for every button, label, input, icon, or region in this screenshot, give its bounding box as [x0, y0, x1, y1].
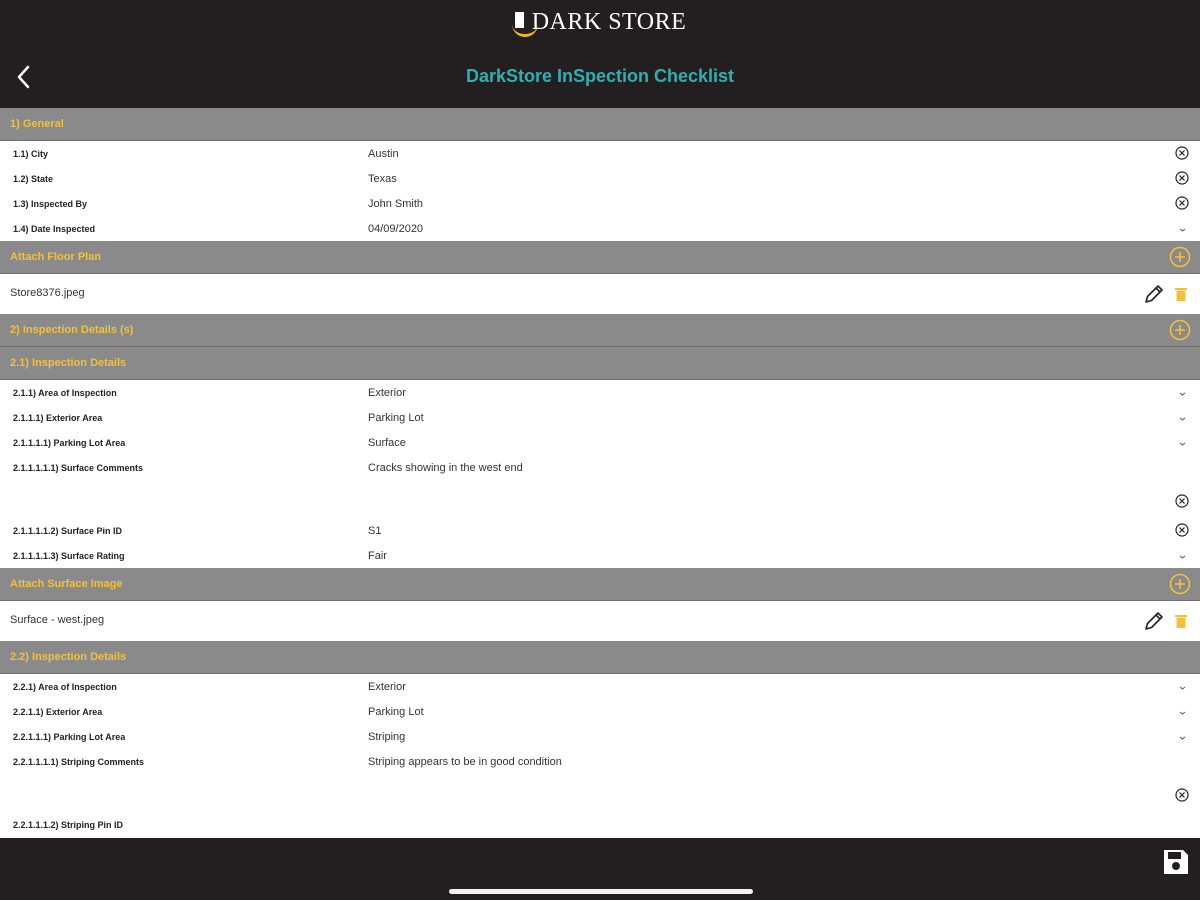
- field-row[interactable]: 2.2.1) Area of Inspection Exterior: [0, 674, 1200, 699]
- trash-icon[interactable]: [1175, 614, 1187, 628]
- clear-circle-icon[interactable]: [1175, 494, 1189, 508]
- field-row[interactable]: 2.1.1) Area of Inspection Exterior: [0, 380, 1200, 405]
- field-label: 2.2.1.1.1.1) Striping Comments: [13, 757, 145, 767]
- attachment-row-floor-plan: Store8376.jpeg: [0, 274, 1200, 314]
- chevron-down-icon[interactable]: [1178, 441, 1187, 447]
- section-title: Attach Surface Image: [10, 578, 123, 590]
- field-label: 1.2) State: [13, 174, 54, 184]
- section-inspection-details-2: 2.2) Inspection Details: [0, 641, 1200, 674]
- clear-circle-icon[interactable]: [1175, 523, 1189, 537]
- section-inspection-details: 2) Inspection Details (s): [0, 314, 1200, 347]
- field-value[interactable]: Surface: [368, 437, 406, 449]
- field-label: 2.2.1.1) Exterior Area: [13, 707, 103, 717]
- field-value[interactable]: Striping: [368, 731, 405, 743]
- chevron-down-icon[interactable]: [1178, 227, 1187, 233]
- field-label: 1.1) City: [13, 149, 49, 159]
- clear-circle-icon[interactable]: [1175, 146, 1189, 160]
- attachment-row-surface-image: Surface - west.jpeg: [0, 601, 1200, 641]
- section-title: 2.2) Inspection Details: [10, 651, 127, 663]
- field-label: 2.1.1.1) Exterior Area: [13, 413, 103, 423]
- field-label: 2.2.1.1.1.2) Striping Pin ID: [13, 820, 124, 830]
- field-value[interactable]: Striping appears to be in good condition: [368, 756, 562, 768]
- field-label: 2.1.1.1.1.2) Surface Pin ID: [13, 526, 123, 536]
- section-title: 2) Inspection Details (s): [10, 324, 134, 336]
- chevron-down-icon[interactable]: [1178, 685, 1187, 691]
- field-row[interactable]: 2.2.1.1.1.1) Striping Comments Striping a…: [0, 749, 1200, 812]
- page-title: DarkStore InSpection Checklist: [465, 66, 735, 86]
- attachment-filename[interactable]: Store8376.jpeg: [10, 287, 85, 299]
- field-value[interactable]: 04/09/2020: [368, 223, 423, 235]
- field-label: 2.1.1.1.1.3) Surface Rating: [13, 551, 125, 561]
- chevron-down-icon[interactable]: [1178, 391, 1187, 397]
- logo-icon: [511, 12, 538, 37]
- clear-circle-icon[interactable]: [1175, 196, 1189, 210]
- field-label: 2.2.1.1.1) Parking Lot Area: [13, 732, 126, 742]
- field-row[interactable]: 1.1) City Austin: [0, 141, 1200, 166]
- app-header: DARK STORE: [0, 0, 1200, 49]
- brand-name: DARK STORE: [531, 9, 687, 35]
- field-value[interactable]: Fair: [368, 550, 387, 562]
- section-general: 1) General: [0, 108, 1200, 141]
- field-value[interactable]: Parking Lot: [368, 412, 424, 424]
- add-circle-icon[interactable]: [1169, 573, 1191, 595]
- field-row[interactable]: 2.1.1.1) Exterior Area Parking Lot: [0, 405, 1200, 430]
- field-row[interactable]: 2.2.1.1.1) Parking Lot Area Striping: [0, 724, 1200, 749]
- section-attach-floor-plan: Attach Floor Plan: [0, 241, 1200, 274]
- inspection-2-fields: 2.2.1) Area of Inspection Exterior 2.2.1.1…: [0, 674, 1200, 837]
- field-row[interactable]: 2.1.1.1.1.1) Surface Comments Cracks show…: [0, 455, 1200, 518]
- clear-circle-icon[interactable]: [1175, 171, 1189, 185]
- section-title: 1) General: [10, 118, 64, 130]
- field-label: 2.1.1.1.1.1) Surface Comments: [13, 463, 144, 473]
- trash-icon[interactable]: [1175, 287, 1187, 301]
- pencil-icon[interactable]: [1142, 282, 1166, 306]
- chevron-down-icon[interactable]: [1178, 554, 1187, 560]
- field-label: 1.3) Inspected By: [13, 199, 88, 209]
- add-circle-icon[interactable]: [1169, 246, 1191, 268]
- field-label: 2.1.1) Area of Inspection: [13, 388, 117, 398]
- floppy-disk-icon[interactable]: [1162, 848, 1190, 876]
- general-fields: 1.1) City Austin 1.2) State Texas 1.3) Inspe…: [0, 141, 1200, 241]
- field-row[interactable]: 1.2) State Texas: [0, 166, 1200, 191]
- clear-circle-icon[interactable]: [1175, 788, 1189, 802]
- checklist-form[interactable]: 1) General 1.1) City Austin 1.2) State Texa…: [0, 108, 1200, 838]
- inspection-1-fields: 2.1.1) Area of Inspection Exterior 2.1.1.1…: [0, 380, 1200, 568]
- field-row[interactable]: 1.4) Date Inspected 04/09/2020: [0, 216, 1200, 241]
- field-label: 2.2.1) Area of Inspection: [13, 682, 117, 692]
- field-value[interactable]: Cracks showing in the west end: [368, 462, 523, 474]
- section-title: Attach Floor Plan: [10, 251, 102, 263]
- bottom-toolbar: [0, 838, 1200, 900]
- field-value[interactable]: Exterior: [368, 681, 406, 693]
- section-title: 2.1) Inspection Details: [10, 357, 127, 369]
- navigation-bar: DarkStore InSpection Checklist: [0, 48, 1200, 108]
- field-row[interactable]: 2.2.1.1) Exterior Area Parking Lot: [0, 699, 1200, 724]
- chevron-down-icon[interactable]: [1178, 710, 1187, 716]
- section-inspection-details-1: 2.1) Inspection Details: [0, 347, 1200, 380]
- field-row[interactable]: 2.1.1.1.1.2) Surface Pin ID S1: [0, 518, 1200, 543]
- field-row[interactable]: 2.1.1.1.1) Parking Lot Area Surface: [0, 430, 1200, 455]
- section-attach-surface-image: Attach Surface Image: [0, 568, 1200, 601]
- home-indicator[interactable]: [449, 889, 753, 894]
- dark-store-logo: DARK STORE: [0, 9, 1200, 37]
- add-circle-icon[interactable]: [1169, 319, 1191, 341]
- chevron-down-icon[interactable]: [1178, 735, 1187, 741]
- field-label: 1.4) Date Inspected: [13, 224, 96, 234]
- pencil-icon[interactable]: [1142, 609, 1166, 633]
- field-value[interactable]: John Smith: [368, 198, 423, 210]
- field-value[interactable]: S1: [368, 525, 381, 537]
- field-label: 2.1.1.1.1) Parking Lot Area: [13, 438, 126, 448]
- field-value[interactable]: Austin: [368, 148, 399, 160]
- field-value[interactable]: Exterior: [368, 387, 406, 399]
- attachment-filename[interactable]: Surface - west.jpeg: [10, 614, 104, 626]
- field-value[interactable]: Parking Lot: [368, 706, 424, 718]
- field-row[interactable]: 2.2.1.1.1.2) Striping Pin ID: [0, 812, 1200, 837]
- field-row[interactable]: 2.1.1.1.1.3) Surface Rating Fair: [0, 543, 1200, 568]
- field-value[interactable]: Texas: [368, 173, 397, 185]
- field-row[interactable]: 1.3) Inspected By John Smith: [0, 191, 1200, 216]
- chevron-down-icon[interactable]: [1178, 416, 1187, 422]
